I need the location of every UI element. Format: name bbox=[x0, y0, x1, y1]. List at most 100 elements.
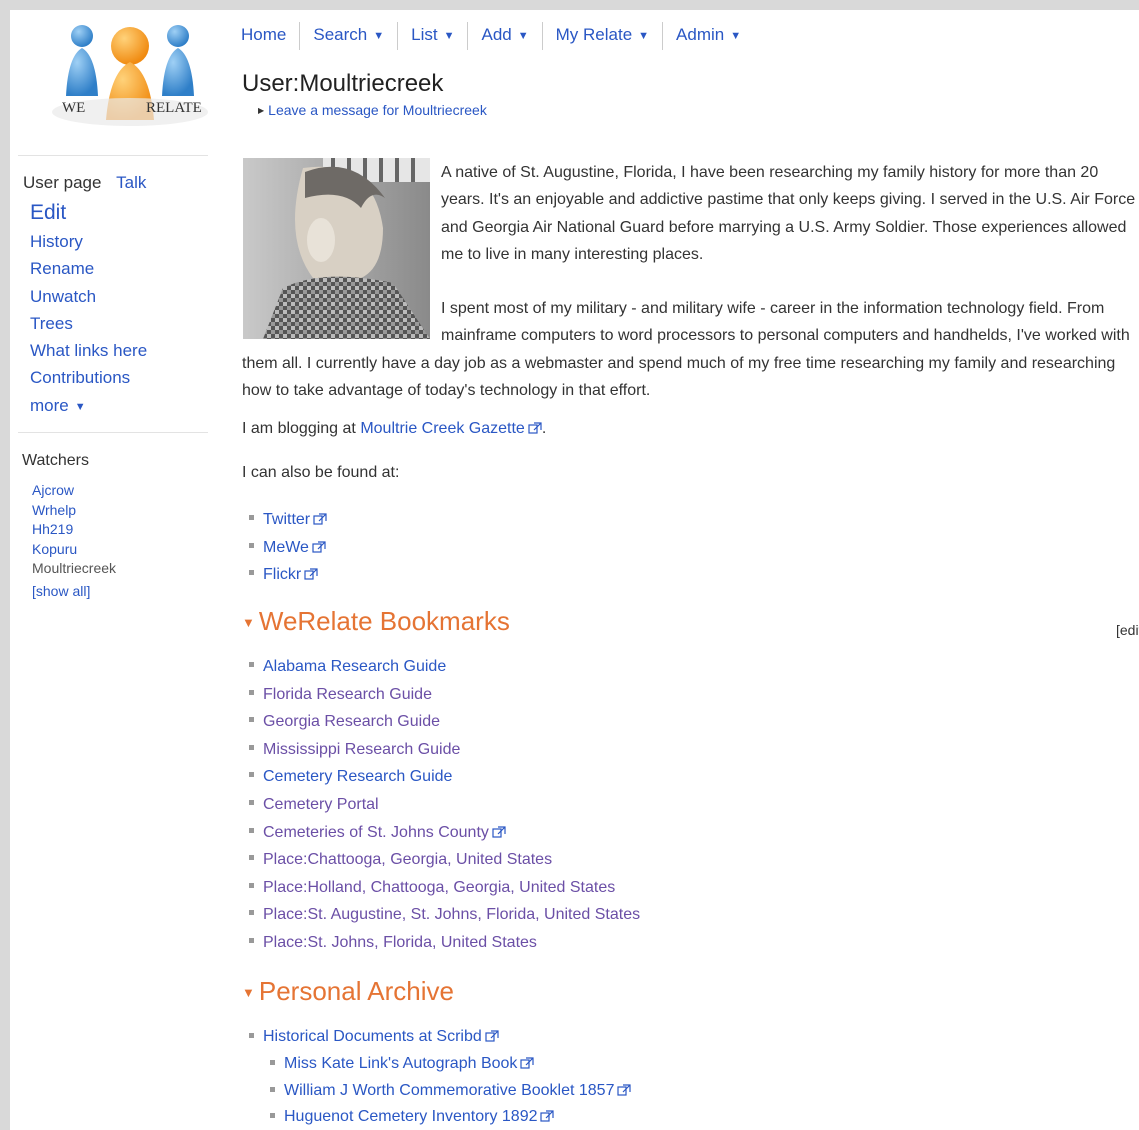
social-link-label: Twitter bbox=[263, 511, 311, 528]
action-rename[interactable]: Rename bbox=[30, 255, 147, 282]
watcher-link[interactable]: Kopuru bbox=[32, 540, 116, 560]
action-more-label: more bbox=[30, 395, 69, 415]
bookmark-link[interactable]: Florida Research Guide bbox=[242, 681, 640, 709]
chevron-down-icon: ▼ bbox=[517, 30, 529, 42]
show-all-watchers-link[interactable]: [show all] bbox=[32, 583, 90, 599]
blog-link[interactable]: Moultrie Creek Gazette bbox=[360, 420, 542, 437]
external-link-icon bbox=[617, 1083, 632, 1096]
external-link-icon bbox=[528, 422, 542, 434]
bookmark-link[interactable]: Place:Holland, Chattooga, Georgia, Unite… bbox=[242, 874, 640, 902]
section-heading-archive[interactable]: ▼ Personal Archive bbox=[242, 976, 454, 1007]
archive-label: Miss Kate Link's Autograph Book bbox=[284, 1054, 518, 1072]
archive-link[interactable]: Historical Documents at Scribd bbox=[242, 1024, 631, 1051]
chevron-down-icon: ▼ bbox=[373, 30, 385, 42]
section-heading-bookmarks[interactable]: ▼ WeRelate Bookmarks bbox=[242, 606, 510, 637]
bookmark-label: Florida Research Guide bbox=[263, 685, 432, 703]
external-link-icon bbox=[485, 1030, 499, 1042]
bookmark-label: Place:Holland, Chattooga, Georgia, Unite… bbox=[263, 878, 616, 896]
section-edit-link[interactable]: [edit] bbox=[1116, 622, 1139, 638]
action-history[interactable]: History bbox=[30, 228, 147, 255]
action-what-links-here[interactable]: What links here bbox=[30, 337, 147, 364]
logo-word-we: WE bbox=[62, 100, 86, 116]
watchers-heading: Watchers bbox=[22, 452, 89, 469]
blog-suffix: . bbox=[541, 420, 547, 437]
action-trees[interactable]: Trees bbox=[30, 310, 147, 337]
nav-search[interactable]: Search ▼ bbox=[300, 22, 399, 50]
nav-admin[interactable]: Admin ▼ bbox=[663, 22, 754, 50]
sidebar-divider bbox=[18, 155, 208, 156]
archive-label: Huguenot Cemetery Inventory 1892 bbox=[284, 1108, 538, 1126]
external-link-icon bbox=[492, 825, 506, 838]
nav-list[interactable]: List ▼ bbox=[398, 22, 469, 50]
bookmark-link[interactable]: Alabama Research Guide bbox=[242, 653, 640, 681]
tab-user-page[interactable]: User page bbox=[23, 173, 101, 192]
tab-talk[interactable]: Talk bbox=[116, 173, 146, 192]
action-more[interactable]: more ▼ bbox=[30, 392, 147, 422]
page-title: User:Moultriecreek bbox=[242, 70, 444, 97]
sidebar-divider-2 bbox=[18, 432, 208, 433]
external-link-icon bbox=[520, 1057, 535, 1069]
bookmark-label: Georgia Research Guide bbox=[263, 713, 440, 731]
bookmark-link[interactable]: Place:St. Johns, Florida, United States bbox=[242, 929, 640, 957]
leave-message-label: Leave a message for Moultriecreek bbox=[268, 102, 487, 118]
blog-link-label: Moultrie Creek Gazette bbox=[360, 420, 525, 437]
archive-heading-label: Personal Archive bbox=[258, 976, 454, 1006]
social-link-flickr[interactable]: Flickr bbox=[242, 561, 327, 589]
archive-list: Historical Documents at Scribd Miss Kate … bbox=[242, 1024, 632, 1130]
bookmark-label: Place:St. Johns, Florida, United States bbox=[263, 933, 537, 951]
watcher-link[interactable]: Ajcrow bbox=[32, 481, 116, 501]
archive-label: William J Worth Commemorative Booklet 18… bbox=[284, 1081, 615, 1099]
bookmark-link[interactable]: Mississippi Research Guide bbox=[242, 736, 640, 764]
chevron-down-icon: ▼ bbox=[74, 400, 86, 413]
bookmark-link[interactable]: Place:Chattooga, Georgia, United States bbox=[242, 846, 640, 874]
external-link-icon bbox=[540, 1110, 555, 1122]
bookmark-label: Place:Chattooga, Georgia, United States bbox=[263, 851, 553, 869]
nav-my-relate-label: My Relate bbox=[555, 25, 633, 44]
external-link-icon bbox=[313, 513, 327, 525]
page: WE RELATE User page Talk Edit History Re… bbox=[10, 10, 1139, 1130]
bookmark-link[interactable]: Georgia Research Guide bbox=[242, 708, 640, 736]
archive-sub-link[interactable]: Miss Kate Link's Autograph Book bbox=[263, 1051, 631, 1078]
bookmark-label: Cemeteries of St. Johns County bbox=[263, 823, 489, 841]
nav-admin-label: Admin bbox=[676, 25, 725, 44]
bookmark-link[interactable]: Cemetery Research Guide bbox=[242, 763, 640, 791]
bio-text: A native of St. Augustine, Florida, I ha… bbox=[242, 159, 1139, 404]
bookmark-link[interactable]: Cemeteries of St. Johns County bbox=[242, 819, 640, 847]
bookmark-link[interactable]: Cemetery Portal bbox=[242, 791, 640, 819]
action-unwatch[interactable]: Unwatch bbox=[30, 283, 147, 310]
triangle-right-icon: ▶ bbox=[258, 106, 265, 115]
action-contributions[interactable]: Contributions bbox=[30, 364, 147, 391]
watcher-link[interactable]: Wrhelp bbox=[32, 501, 116, 521]
nav-my-relate[interactable]: My Relate ▼ bbox=[543, 22, 664, 50]
external-link-icon bbox=[312, 541, 326, 553]
social-link-twitter[interactable]: Twitter bbox=[242, 506, 327, 534]
nav-home[interactable]: Home bbox=[228, 22, 301, 50]
bookmark-label: Mississippi Research Guide bbox=[263, 740, 461, 758]
external-link-icon bbox=[304, 568, 318, 581]
blog-prefix: I am blogging at bbox=[242, 420, 356, 437]
werelate-logo[interactable]: WE RELATE bbox=[50, 16, 210, 128]
collapse-arrow-icon: ▼ bbox=[242, 615, 255, 630]
watcher-link[interactable]: Hh219 bbox=[32, 520, 116, 540]
social-links: Twitter MeWe Flickr bbox=[242, 506, 327, 589]
leave-message-link[interactable]: ▶ Leave a message for Moultriecreek bbox=[258, 102, 487, 118]
social-link-mewe[interactable]: MeWe bbox=[242, 534, 327, 562]
sidebar bbox=[10, 155, 210, 156]
photo-spacer bbox=[242, 159, 441, 349]
archive-sub-link[interactable]: William J Worth Commemorative Booklet 18… bbox=[263, 1078, 632, 1105]
collapse-arrow-icon: ▼ bbox=[242, 985, 255, 1000]
logo-word-relate: RELATE bbox=[146, 100, 202, 116]
bookmark-label: Alabama Research Guide bbox=[263, 658, 447, 675]
social-link-label: Flickr bbox=[263, 566, 302, 584]
action-edit[interactable]: Edit bbox=[30, 198, 147, 228]
bookmark-label: Cemetery Portal bbox=[263, 795, 379, 813]
bookmark-label: Place:St. Augustine, St. Johns, Florida,… bbox=[263, 906, 641, 924]
bookmarks-list: Alabama Research Guide Florida Research G… bbox=[242, 653, 640, 957]
bookmarks-heading-label: WeRelate Bookmarks bbox=[258, 606, 510, 636]
bookmark-link[interactable]: Place:St. Augustine, St. Johns, Florida,… bbox=[242, 901, 640, 929]
nav-add-label: Add bbox=[481, 25, 512, 44]
nav-add[interactable]: Add ▼ bbox=[468, 22, 543, 50]
archive-sub-link[interactable]: Huguenot Cemetery Inventory 1892 bbox=[263, 1104, 631, 1130]
top-navigation: Home Search ▼ List ▼ Add ▼ My Relate ▼ Admin… bbox=[228, 22, 754, 50]
watcher-self: Moultriecreek bbox=[32, 560, 117, 576]
